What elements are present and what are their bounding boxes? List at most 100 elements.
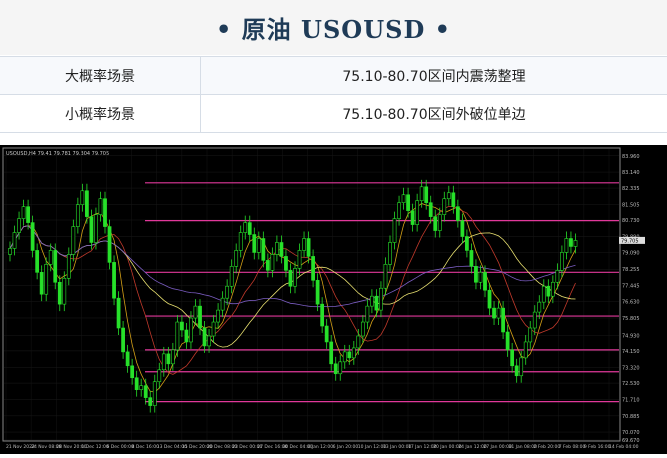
price-tick-label: 77.445 (622, 283, 640, 289)
candle-body (302, 238, 306, 251)
candle-body (446, 192, 451, 200)
candle-body (560, 252, 564, 271)
candle-body (53, 250, 58, 283)
candle-body (229, 266, 234, 287)
price-tick-label: 71.710 (622, 397, 640, 403)
candle-body (469, 250, 474, 267)
time-tick-label: 7 Feb 08:00 (559, 444, 586, 450)
price-chart[interactable]: USOUSD,H4 79.41 79.781 79.304 79.705 83.… (0, 145, 667, 454)
candle-body (315, 279, 320, 305)
candle-body (148, 397, 153, 406)
candle-body (351, 347, 356, 359)
candle-body (134, 377, 139, 390)
scenario-value: 75.10-80.70区间内震荡整理 (342, 68, 526, 85)
candle-body (12, 232, 17, 249)
candle-body (71, 226, 76, 255)
scenario-label: 大概率场景 (0, 57, 201, 94)
candle-body (501, 307, 505, 333)
candle-body (270, 254, 275, 271)
candle-body (320, 303, 325, 327)
candle-body (324, 325, 329, 343)
chart-svg: USOUSD,H4 79.41 79.781 79.304 79.705 83.… (2, 147, 645, 450)
candle-body (397, 202, 401, 219)
price-tick-label: 74.930 (622, 333, 640, 339)
candle-body (532, 311, 537, 329)
candle-body (8, 248, 12, 255)
candle-body (370, 295, 374, 307)
candle-body (161, 353, 166, 371)
candle-body (406, 194, 410, 211)
price-tick-label: 81.505 (622, 203, 640, 209)
candle-body (523, 341, 528, 359)
price-tick-label: 83.140 (622, 170, 640, 176)
candle-body (428, 202, 433, 217)
candle-body (415, 200, 420, 225)
candle-body (238, 232, 243, 251)
candle-body (433, 216, 438, 231)
candle-body (419, 186, 424, 202)
price-tick-label: 78.255 (622, 267, 640, 273)
candle-body (546, 285, 551, 297)
candle-body (139, 385, 144, 390)
candle-body (247, 222, 252, 235)
candle-body (492, 307, 496, 319)
candle-body (275, 242, 279, 255)
candle-body (550, 281, 555, 297)
current-price-label: 79.705 (621, 238, 639, 244)
candle-body (130, 365, 135, 379)
price-tick-label: 80.730 (622, 218, 640, 224)
scenario-label: 小概率场景 (0, 95, 201, 132)
candle-body (198, 305, 202, 329)
price-tick-label: 72.530 (622, 381, 640, 387)
time-tick-label: 6 Jan 20:00 (333, 444, 359, 450)
candle-body (225, 285, 230, 299)
candle-body (519, 357, 524, 377)
candle-body (207, 335, 211, 347)
candle-body (410, 210, 415, 225)
candle-body (234, 250, 239, 267)
candle-body (184, 329, 189, 343)
candle-body (442, 198, 447, 215)
candle-body (35, 250, 40, 273)
candle-body (21, 206, 26, 219)
candle-body (243, 222, 248, 233)
candle-body (510, 349, 515, 367)
candle-body (121, 327, 125, 353)
candle-body (333, 363, 338, 375)
candle-body (569, 238, 573, 247)
candle-body (293, 268, 297, 287)
candle-body (306, 238, 311, 257)
price-tick-label: 76.630 (622, 300, 640, 306)
candle-body (347, 351, 352, 359)
candle-body (496, 307, 501, 319)
candle-body (279, 242, 284, 257)
candle-body (180, 321, 184, 331)
price-tick-label: 70.885 (622, 414, 640, 420)
candle-body (465, 236, 469, 251)
candle-body (573, 240, 578, 247)
candle-body (483, 272, 487, 291)
price-axis: 83.96083.14082.33581.50580.73079.89079.0… (619, 154, 645, 444)
candle-body (17, 218, 21, 233)
candle-body (365, 305, 370, 323)
title-text: 原油 USOUSD (241, 15, 426, 44)
candle-body (265, 260, 270, 271)
candle-body (356, 335, 361, 349)
candle-body (374, 295, 379, 311)
price-tick-label: 70.070 (622, 430, 640, 436)
candle-body (392, 218, 397, 243)
candle-body (166, 353, 171, 365)
candle-body (311, 256, 315, 281)
candle-body (329, 341, 334, 365)
candle-body (220, 297, 225, 311)
table-row: 大概率场景 75.10-80.70区间内震荡整理 (0, 57, 667, 95)
candle-body (514, 365, 519, 377)
time-tick-label: 14 Feb 04:00 (609, 444, 639, 450)
candle-body (94, 214, 98, 243)
candle-body (75, 204, 80, 227)
candle-body (379, 287, 383, 311)
time-tick-label: 8 Dec 16:00 (132, 444, 160, 450)
candle-body (555, 270, 560, 283)
price-tick-label: 73.320 (622, 365, 640, 371)
candle-body (89, 216, 94, 243)
